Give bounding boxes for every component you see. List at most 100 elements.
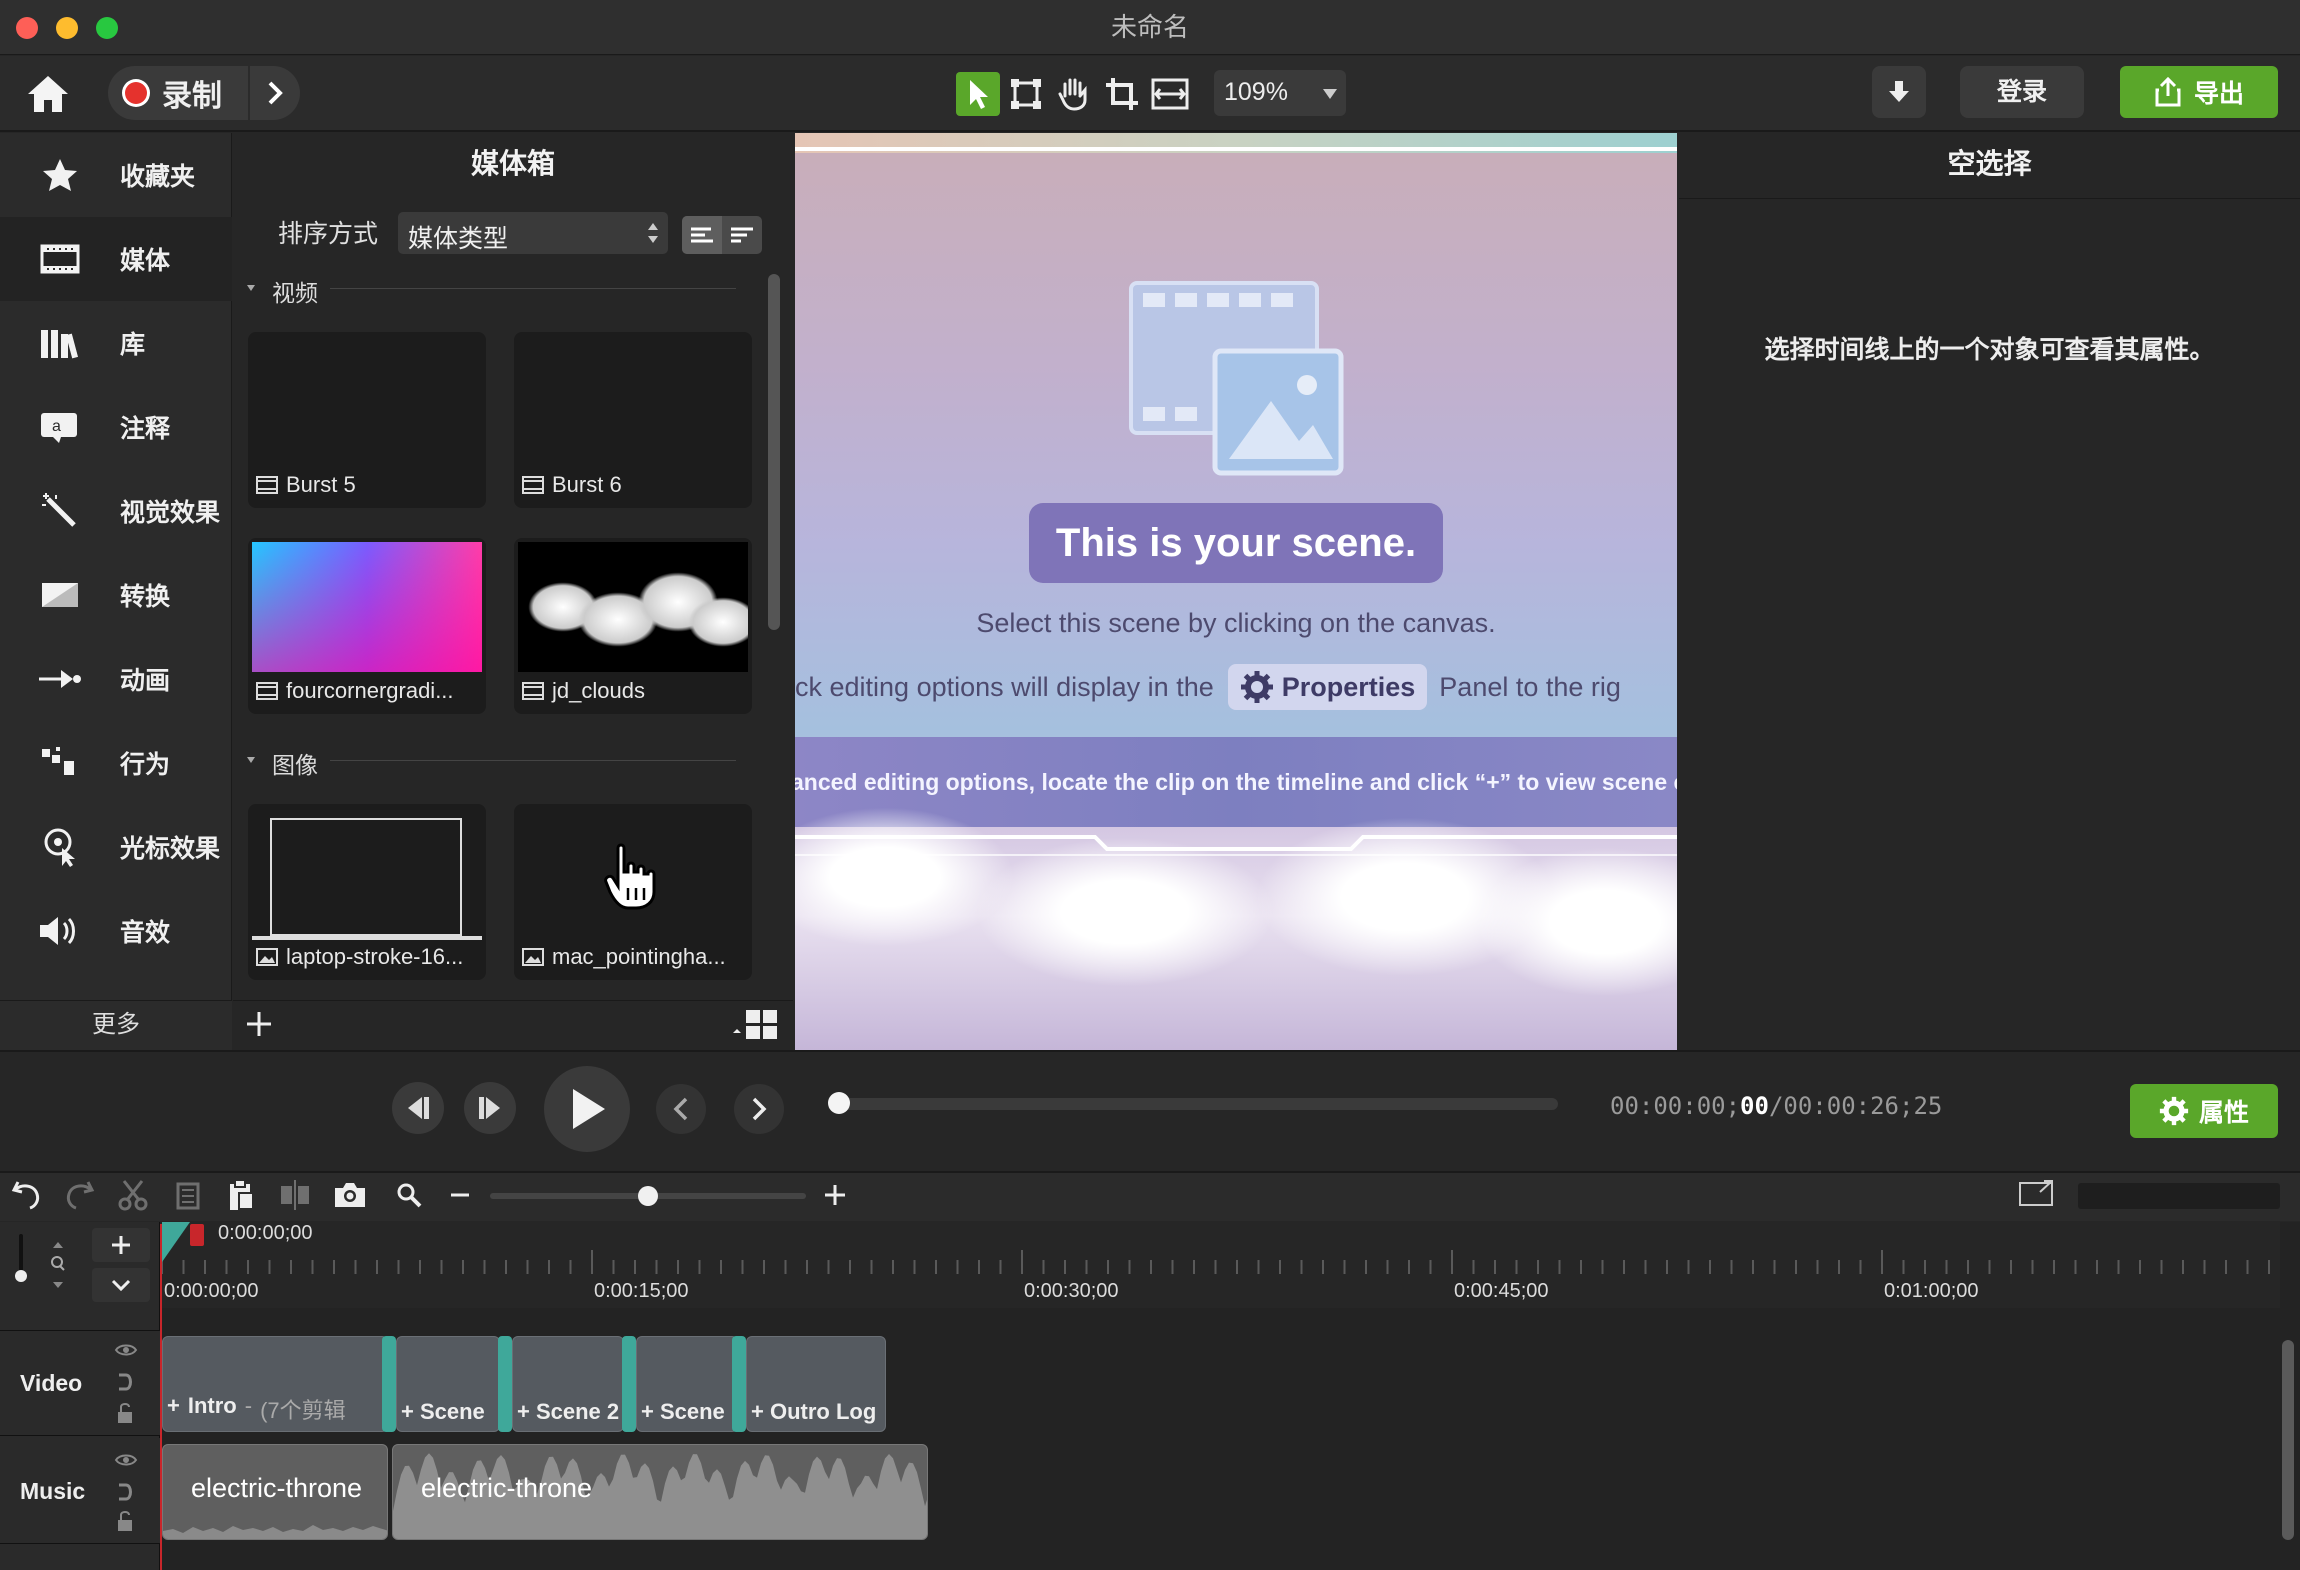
magnet-icon[interactable]: [116, 1372, 136, 1392]
nav-label: 行为: [120, 751, 171, 779]
zoom-out-button[interactable]: [448, 1180, 474, 1210]
properties-hint: 选择时间线上的一个对象可查看其属性。: [1764, 336, 2215, 364]
expand-group-icon[interactable]: +: [401, 1399, 420, 1424]
list-view-button[interactable]: [682, 216, 722, 254]
fit-tool-button[interactable]: [1148, 72, 1192, 116]
timeline-zoom-handle[interactable]: [638, 1186, 658, 1206]
media-thumb[interactable]: fourcornergradi...: [248, 538, 486, 714]
playhead-handle[interactable]: [190, 1224, 204, 1246]
disclosure-down-icon[interactable]: [246, 756, 256, 764]
nav-label: 转换: [120, 583, 171, 611]
nav-item-annotations[interactable]: a 注释: [0, 385, 232, 469]
grid-view-button[interactable]: [730, 1008, 780, 1042]
detach-timeline-button[interactable]: [2018, 1178, 2056, 1208]
expand-group-icon[interactable]: +: [517, 1399, 536, 1424]
select-tool-button[interactable]: [956, 72, 1000, 116]
export-button[interactable]: 导出: [2120, 66, 2278, 118]
transition-marker[interactable]: [382, 1336, 396, 1432]
preview-canvas[interactable]: This is your scene. Select this scene by…: [795, 133, 1677, 1050]
timecode-total: /00:00:26;25: [1768, 1092, 1943, 1120]
sort-order-button[interactable]: [722, 216, 762, 254]
film-icon: [522, 476, 544, 494]
undo-button[interactable]: [10, 1178, 44, 1212]
add-track-button[interactable]: [92, 1228, 150, 1262]
playhead-in-marker[interactable]: [162, 1222, 190, 1262]
step-forward-button[interactable]: [464, 1082, 516, 1134]
split-button[interactable]: [278, 1178, 312, 1212]
eye-icon[interactable]: [114, 1452, 138, 1468]
transform-tool-button[interactable]: [1004, 72, 1048, 116]
copy-button[interactable]: [170, 1178, 204, 1212]
media-thumb[interactable]: jd_clouds: [514, 538, 752, 714]
zoom-to-fit-button[interactable]: [394, 1180, 424, 1210]
scrubber-handle[interactable]: [828, 1092, 850, 1114]
audio-clip[interactable]: electric-throne: [392, 1444, 928, 1540]
redo-button[interactable]: [62, 1178, 96, 1212]
login-button[interactable]: 登录: [1960, 66, 2084, 118]
transition-marker[interactable]: [498, 1336, 512, 1432]
nav-item-transitions[interactable]: 转换: [0, 553, 232, 637]
download-button[interactable]: [1872, 66, 1926, 118]
video-clip-group[interactable]: + Scene: [396, 1336, 500, 1432]
timeline-mini-overview[interactable]: [2078, 1183, 2280, 1209]
nav-item-favorites[interactable]: 收藏夹: [0, 133, 232, 217]
snapshot-button[interactable]: [332, 1178, 368, 1212]
transition-marker[interactable]: [732, 1336, 746, 1432]
expand-group-icon[interactable]: +: [167, 1393, 180, 1425]
scrubber-track[interactable]: [836, 1098, 1558, 1110]
media-thumb[interactable]: Burst 6: [514, 332, 752, 508]
step-back-button[interactable]: [392, 1082, 444, 1134]
video-clip-group[interactable]: + Scene 2: [512, 1336, 624, 1432]
paste-button[interactable]: [224, 1178, 258, 1212]
next-marker-button[interactable]: [734, 1084, 784, 1134]
scene-instruction-line1: Select this scene by clicking on the can…: [976, 608, 1496, 638]
fit-canvas-icon: [1151, 78, 1189, 110]
play-button[interactable]: [544, 1066, 630, 1152]
video-clip-group[interactable]: + Scene: [636, 1336, 738, 1432]
expand-group-icon[interactable]: +: [751, 1399, 770, 1424]
lock-open-icon[interactable]: [116, 1402, 134, 1424]
record-button[interactable]: 录制: [108, 66, 248, 120]
cut-button[interactable]: [116, 1178, 150, 1212]
app-window: 未命名 录制 109% 登录 导出 收藏夹 媒体 库 a 注释 视觉效果 转换 …: [0, 0, 2300, 1570]
nav-item-visual-effects[interactable]: 视觉效果: [0, 469, 232, 553]
pan-tool-button[interactable]: [1052, 72, 1096, 116]
audio-clip[interactable]: electric-throne: [162, 1444, 388, 1540]
nav-item-animations[interactable]: 动画: [0, 637, 232, 721]
previous-marker-button[interactable]: [656, 1084, 706, 1134]
nav-item-media[interactable]: 媒体: [0, 217, 232, 301]
video-clip-group[interactable]: + Outro Log: [746, 1336, 886, 1432]
sort-select[interactable]: 媒体类型: [398, 212, 668, 254]
media-bin-footer: [233, 1000, 793, 1050]
nav-more-button[interactable]: 更多: [0, 1000, 232, 1050]
lock-open-icon[interactable]: [116, 1510, 134, 1532]
section-title-images: 图像: [272, 752, 318, 778]
nav-item-cursor-effects[interactable]: 光标效果: [0, 805, 232, 889]
magnet-icon[interactable]: [116, 1482, 136, 1502]
transition-marker[interactable]: [622, 1336, 636, 1432]
media-thumb[interactable]: laptop-stroke-16...: [248, 804, 486, 980]
ruler-label: 0:00:15;00: [594, 1280, 689, 1302]
clip-label: Scene: [659, 1399, 725, 1424]
track-zoom-icon[interactable]: [48, 1240, 68, 1290]
nav-item-behaviors[interactable]: 行为: [0, 721, 232, 805]
properties-button[interactable]: 属性: [2130, 1084, 2278, 1138]
zoom-in-button[interactable]: [820, 1180, 850, 1210]
nav-item-audio-effects[interactable]: 音效: [0, 889, 232, 973]
media-thumb[interactable]: Burst 5: [248, 332, 486, 508]
video-clip-group[interactable]: + Intro - (7个剪辑: [162, 1336, 388, 1432]
record-icon: [122, 79, 150, 107]
timeline-vertical-scrollbar[interactable]: [2282, 1340, 2294, 1540]
eye-icon[interactable]: [114, 1342, 138, 1358]
expand-group-icon[interactable]: +: [641, 1399, 660, 1424]
track-height-slider[interactable]: [14, 1234, 28, 1284]
media-thumb[interactable]: mac_pointingha...: [514, 804, 752, 980]
add-media-button[interactable]: [244, 1006, 274, 1042]
nav-item-library[interactable]: 库: [0, 301, 232, 385]
zoom-select[interactable]: 109%: [1214, 70, 1346, 116]
media-bin-scrollbar[interactable]: [768, 274, 780, 630]
home-button[interactable]: [22, 70, 74, 118]
disclosure-down-icon[interactable]: [246, 284, 256, 292]
crop-tool-button[interactable]: [1100, 72, 1144, 116]
track-options-button[interactable]: [92, 1268, 150, 1302]
